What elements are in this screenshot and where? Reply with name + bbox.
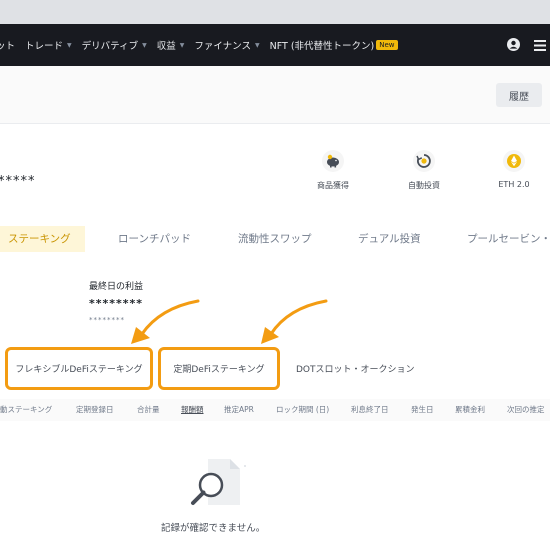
- last-day-profit-title: 最終日の利益: [89, 282, 144, 292]
- ethereum-icon: [503, 150, 525, 172]
- user-icon[interactable]: [507, 36, 520, 55]
- subtab-dot-slot-auction[interactable]: DOTスロット・オークション: [296, 347, 416, 390]
- nav-item-label: 収益: [156, 41, 176, 52]
- nav-item-label: NFT (非代替性トークン): [269, 41, 375, 52]
- chevron-down-icon: ▼: [142, 41, 147, 49]
- nav-item-earn[interactable]: 収益 ▼: [157, 38, 185, 52]
- quick-action-label: ETH 2.0: [498, 180, 530, 189]
- tab-pool-savings[interactable]: プールセービン・: [467, 226, 550, 252]
- quick-action-label: 自動投資: [408, 181, 440, 190]
- column-header: 累積金利: [455, 405, 485, 414]
- column-header: 動ステーキング: [0, 405, 53, 414]
- quick-action-auto-invest[interactable]: 自動投資: [394, 150, 454, 191]
- column-header: 次回の推定: [507, 405, 545, 414]
- nav-item-label: ット: [0, 41, 16, 52]
- new-badge: New: [376, 40, 398, 50]
- menu-icon[interactable]: [534, 36, 546, 55]
- auto-invest-icon: [413, 150, 435, 172]
- empty-state-message: 記録が確認できません。: [161, 523, 266, 534]
- nav-item-label: トレード: [25, 41, 64, 52]
- tab-dual-investment[interactable]: デュアル投資: [358, 226, 421, 252]
- nav-item-label: ファイナンス: [194, 41, 251, 52]
- subtab-flexible-defi-staking[interactable]: フレキシブルDeFiステーキング: [5, 347, 153, 390]
- column-header: 発生日: [411, 405, 434, 414]
- column-header: 利息終了日: [351, 405, 389, 414]
- chevron-down-icon: ▼: [254, 41, 260, 49]
- chevron-down-icon: ▼: [67, 41, 72, 49]
- column-header: 合計量: [137, 405, 160, 414]
- top-navbar: ット トレード ▼ デリバティブ ▼ 収益 ▼ ファイナンス ▼ NFT (非代…: [0, 24, 550, 66]
- subtab-locked-defi-staking[interactable]: 定期DeFiステーキング: [158, 347, 280, 390]
- column-header: 推定APR: [224, 405, 254, 414]
- tab-liquidity-swap[interactable]: 流動性スワップ: [238, 226, 312, 252]
- arrow-annotation-locked: [261, 299, 328, 344]
- product-tabs: ステーキング ローンチパッド 流動性スワップ デュアル投資 プールセービン・: [0, 226, 550, 252]
- column-header[interactable]: 報酬額: [181, 399, 204, 421]
- quick-action-products[interactable]: 商品獲得: [303, 150, 363, 191]
- column-header: 定期登録日: [76, 405, 114, 414]
- browser-chrome: [0, 0, 550, 24]
- last-day-profit-value: ********: [89, 297, 144, 310]
- balance-masked: *****: [0, 174, 36, 189]
- nav-item-trade[interactable]: トレード ▼: [25, 38, 72, 52]
- nav-item-label: デリバティブ: [81, 41, 139, 52]
- quick-action-eth2[interactable]: ETH 2.0: [484, 150, 544, 189]
- search-document-icon: [188, 456, 248, 508]
- nav-item-finance[interactable]: ファイナンス ▼: [194, 38, 259, 52]
- nav-item-derivatives[interactable]: デリバティブ ▼: [82, 38, 147, 52]
- page-subheader: 履歴: [0, 66, 550, 124]
- piggy-bank-icon: [322, 150, 344, 172]
- tab-launchpad[interactable]: ローンチパッド: [118, 226, 191, 252]
- nav-item-wallet[interactable]: ット: [0, 38, 15, 52]
- last-day-profit-sub: ********: [89, 316, 125, 324]
- history-button[interactable]: 履歴: [496, 83, 542, 107]
- chevron-down-icon: ▼: [179, 41, 185, 49]
- column-header: ロック期間 (日): [276, 405, 330, 414]
- tab-staking[interactable]: ステーキング: [0, 226, 85, 252]
- quick-action-label: 商品獲得: [317, 181, 349, 190]
- nav-item-nft[interactable]: NFT (非代替性トークン) New: [270, 38, 398, 52]
- table-header: 動ステーキング 定期登録日 合計量 報酬額 推定APR ロック期間 (日) 利息…: [0, 399, 550, 421]
